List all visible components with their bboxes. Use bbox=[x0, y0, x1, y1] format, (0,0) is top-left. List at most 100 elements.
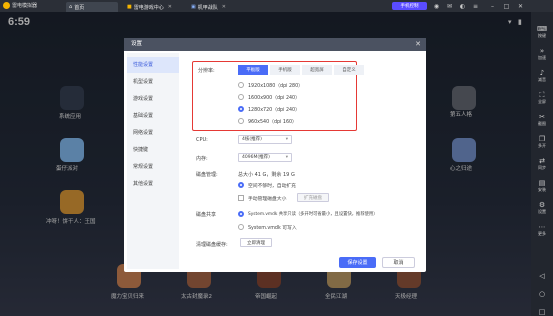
dialog-header: 设置 ✕ bbox=[124, 38, 426, 51]
apk-icon: ▤ bbox=[538, 179, 546, 187]
emulator-toolbar: ⌨ 按键 » 加速 ♪ 减音 ⛶ 全屏 ✂ 截图 ❐ 多开 ⇄ 同步 ▤ 安装 ⚙ 设置 ⋯ 更多 … bbox=[531, 12, 553, 316]
maximize-icon[interactable]: □ bbox=[502, 1, 511, 11]
nav-item-basic[interactable]: 基础设置 bbox=[127, 108, 179, 124]
sidebar-item-keymap[interactable]: ⌨ 按键 bbox=[531, 22, 553, 42]
sidebar-item-fullscreen[interactable]: ⛶ 全屏 bbox=[531, 88, 553, 108]
user-icon[interactable]: ◉ bbox=[432, 1, 441, 11]
resolution-option: 1280x720（dpi 240） bbox=[248, 108, 300, 113]
sidebar-item-volume[interactable]: ♪ 减音 bbox=[531, 66, 553, 86]
clean-cache-label: 清理磁盘缓存: bbox=[196, 242, 228, 248]
cpu-select[interactable]: 4核(推荐) ▾ bbox=[238, 135, 292, 144]
game-center-icon: ■ bbox=[127, 4, 132, 10]
sidebar-label: 更多 bbox=[538, 231, 546, 236]
nav-item-other[interactable]: 其他设置 bbox=[127, 176, 179, 192]
resolution-label: 分辨率: bbox=[198, 68, 215, 74]
tab-game[interactable]: ▣ 机甲战队 ✕ bbox=[188, 2, 248, 12]
recents-icon: □ bbox=[538, 308, 546, 316]
segment-tablet[interactable]: 平板版 bbox=[238, 65, 268, 75]
nav-item-shortcuts[interactable]: 快捷键 bbox=[127, 142, 179, 158]
chevron-down-icon: ▾ bbox=[285, 155, 288, 160]
disk-share-label: 磁盘共享 bbox=[196, 212, 217, 218]
ldplayer-logo-icon bbox=[3, 2, 10, 9]
tab-home[interactable]: ⌂ 首页 bbox=[66, 2, 118, 12]
memory-value: 4096M(推荐) bbox=[242, 155, 270, 160]
back-button[interactable]: ◁ bbox=[531, 266, 553, 286]
home-icon: ⌂ bbox=[69, 4, 73, 10]
cancel-button[interactable]: 取消 bbox=[382, 257, 415, 268]
resolution-option: 1920x1080（dpi 280） bbox=[248, 84, 303, 89]
nav-item-network[interactable]: 网络设置 bbox=[127, 125, 179, 141]
back-icon: ◁ bbox=[539, 272, 545, 280]
theme-icon[interactable]: ◐ bbox=[458, 1, 467, 11]
speed-icon: » bbox=[539, 47, 545, 55]
close-icon[interactable]: ✕ bbox=[222, 4, 226, 10]
keyboard-icon: ⌨ bbox=[536, 25, 548, 33]
phone-control-button[interactable]: 手机控制 bbox=[392, 2, 427, 10]
share-readonly-label: System.vmdk 共享只读（多开时可省最小，且设置快，推荐使用） bbox=[248, 212, 378, 217]
sidebar-item-more[interactable]: ⋯ 更多 bbox=[531, 220, 553, 240]
game-icon: ▣ bbox=[191, 4, 196, 10]
home-circle-icon: ○ bbox=[538, 290, 546, 298]
sync-icon: ⇄ bbox=[539, 157, 545, 165]
minimize-icon[interactable]: – bbox=[488, 1, 497, 11]
nav-item-performance[interactable]: 性能设置 bbox=[127, 57, 179, 73]
sidebar-label: 按键 bbox=[538, 33, 546, 38]
title-bar: 雷电模拟器 ⌂ 首页 ■ 雷电游戏中心 ✕ ▣ 机甲战队 ✕ 手机控制 ◉ ✉ … bbox=[0, 0, 553, 12]
fullscreen-icon: ⛶ bbox=[539, 91, 545, 99]
sidebar-label: 截图 bbox=[538, 121, 546, 126]
settings-dialog: 设置 ✕ 性能设置 机型设置 游戏设置 基础设置 网络设置 快捷键 常规设置 其… bbox=[124, 38, 426, 272]
radio-1600[interactable] bbox=[238, 94, 244, 100]
nav-item-game[interactable]: 游戏设置 bbox=[127, 91, 179, 107]
sidebar-item-settings[interactable]: ⚙ 设置 bbox=[531, 198, 553, 218]
radio-share-writable[interactable] bbox=[238, 224, 244, 230]
nav-item-general[interactable]: 常规设置 bbox=[127, 159, 179, 175]
checkbox-disk-manual[interactable] bbox=[238, 195, 244, 201]
tab-label: 雷电游戏中心 bbox=[133, 4, 164, 11]
recents-button[interactable]: □ bbox=[531, 302, 553, 316]
sidebar-item-sync[interactable]: ⇄ 同步 bbox=[531, 154, 553, 174]
app-logo: 雷电模拟器 bbox=[3, 2, 37, 9]
chevron-down-icon: ▾ bbox=[285, 137, 288, 142]
radio-disk-auto[interactable] bbox=[238, 182, 244, 188]
segment-phone[interactable]: 手机版 bbox=[270, 65, 300, 75]
scissors-icon: ✂ bbox=[539, 113, 545, 121]
segment-ultrawide[interactable]: 超宽屏 bbox=[302, 65, 332, 75]
sidebar-label: 减音 bbox=[538, 77, 546, 82]
radio-960[interactable] bbox=[238, 118, 244, 124]
disk-info: 总大小 41 G，剩余 19 G bbox=[238, 172, 295, 178]
radio-1280[interactable] bbox=[238, 106, 244, 112]
sidebar-item-speed[interactable]: » 加速 bbox=[531, 44, 553, 64]
sidebar-item-install[interactable]: ▤ 安装 bbox=[531, 176, 553, 196]
disk-manual-label: 手动管理磁盘大小 bbox=[248, 197, 287, 202]
cpu-value: 4核(推荐) bbox=[242, 137, 262, 142]
disk-label: 磁盘管理: bbox=[196, 172, 218, 178]
volume-icon: ♪ bbox=[539, 69, 545, 77]
segment-custom[interactable]: 自定义 bbox=[334, 65, 364, 75]
message-icon[interactable]: ✉ bbox=[445, 1, 454, 11]
close-icon[interactable]: ✕ bbox=[168, 4, 172, 10]
expand-disk-button[interactable]: 扩充磁盘 bbox=[297, 193, 329, 202]
radio-share-readonly[interactable] bbox=[238, 211, 244, 217]
radio-1920[interactable] bbox=[238, 82, 244, 88]
home-button[interactable]: ○ bbox=[531, 284, 553, 304]
menu-icon[interactable]: ≡ bbox=[471, 1, 480, 11]
close-icon[interactable]: ✕ bbox=[415, 38, 421, 51]
nav-item-model[interactable]: 机型设置 bbox=[127, 74, 179, 90]
more-icon: ⋯ bbox=[538, 223, 546, 231]
save-settings-button[interactable]: 保存设置 bbox=[339, 257, 376, 268]
resolution-option: 1600x900（dpi 240） bbox=[248, 96, 300, 101]
sidebar-label: 设置 bbox=[538, 209, 546, 214]
tab-label: 首页 bbox=[74, 4, 85, 11]
sidebar-label: 加速 bbox=[538, 55, 546, 60]
sidebar-label: 全屏 bbox=[538, 99, 546, 104]
memory-select[interactable]: 4096M(推荐) ▾ bbox=[238, 153, 292, 162]
sidebar-label: 安装 bbox=[538, 187, 546, 192]
sidebar-item-screenshot[interactable]: ✂ 截图 bbox=[531, 110, 553, 130]
window-close-icon[interactable]: ✕ bbox=[516, 1, 525, 11]
sidebar-item-multi[interactable]: ❐ 多开 bbox=[531, 132, 553, 152]
cpu-label: CPU: bbox=[196, 137, 208, 143]
dialog-title: 设置 bbox=[131, 41, 143, 47]
tab-game-center[interactable]: ■ 雷电游戏中心 ✕ bbox=[124, 2, 184, 12]
clean-now-button[interactable]: 立即清理 bbox=[240, 238, 272, 247]
phone-control-label: 手机控制 bbox=[400, 4, 419, 9]
